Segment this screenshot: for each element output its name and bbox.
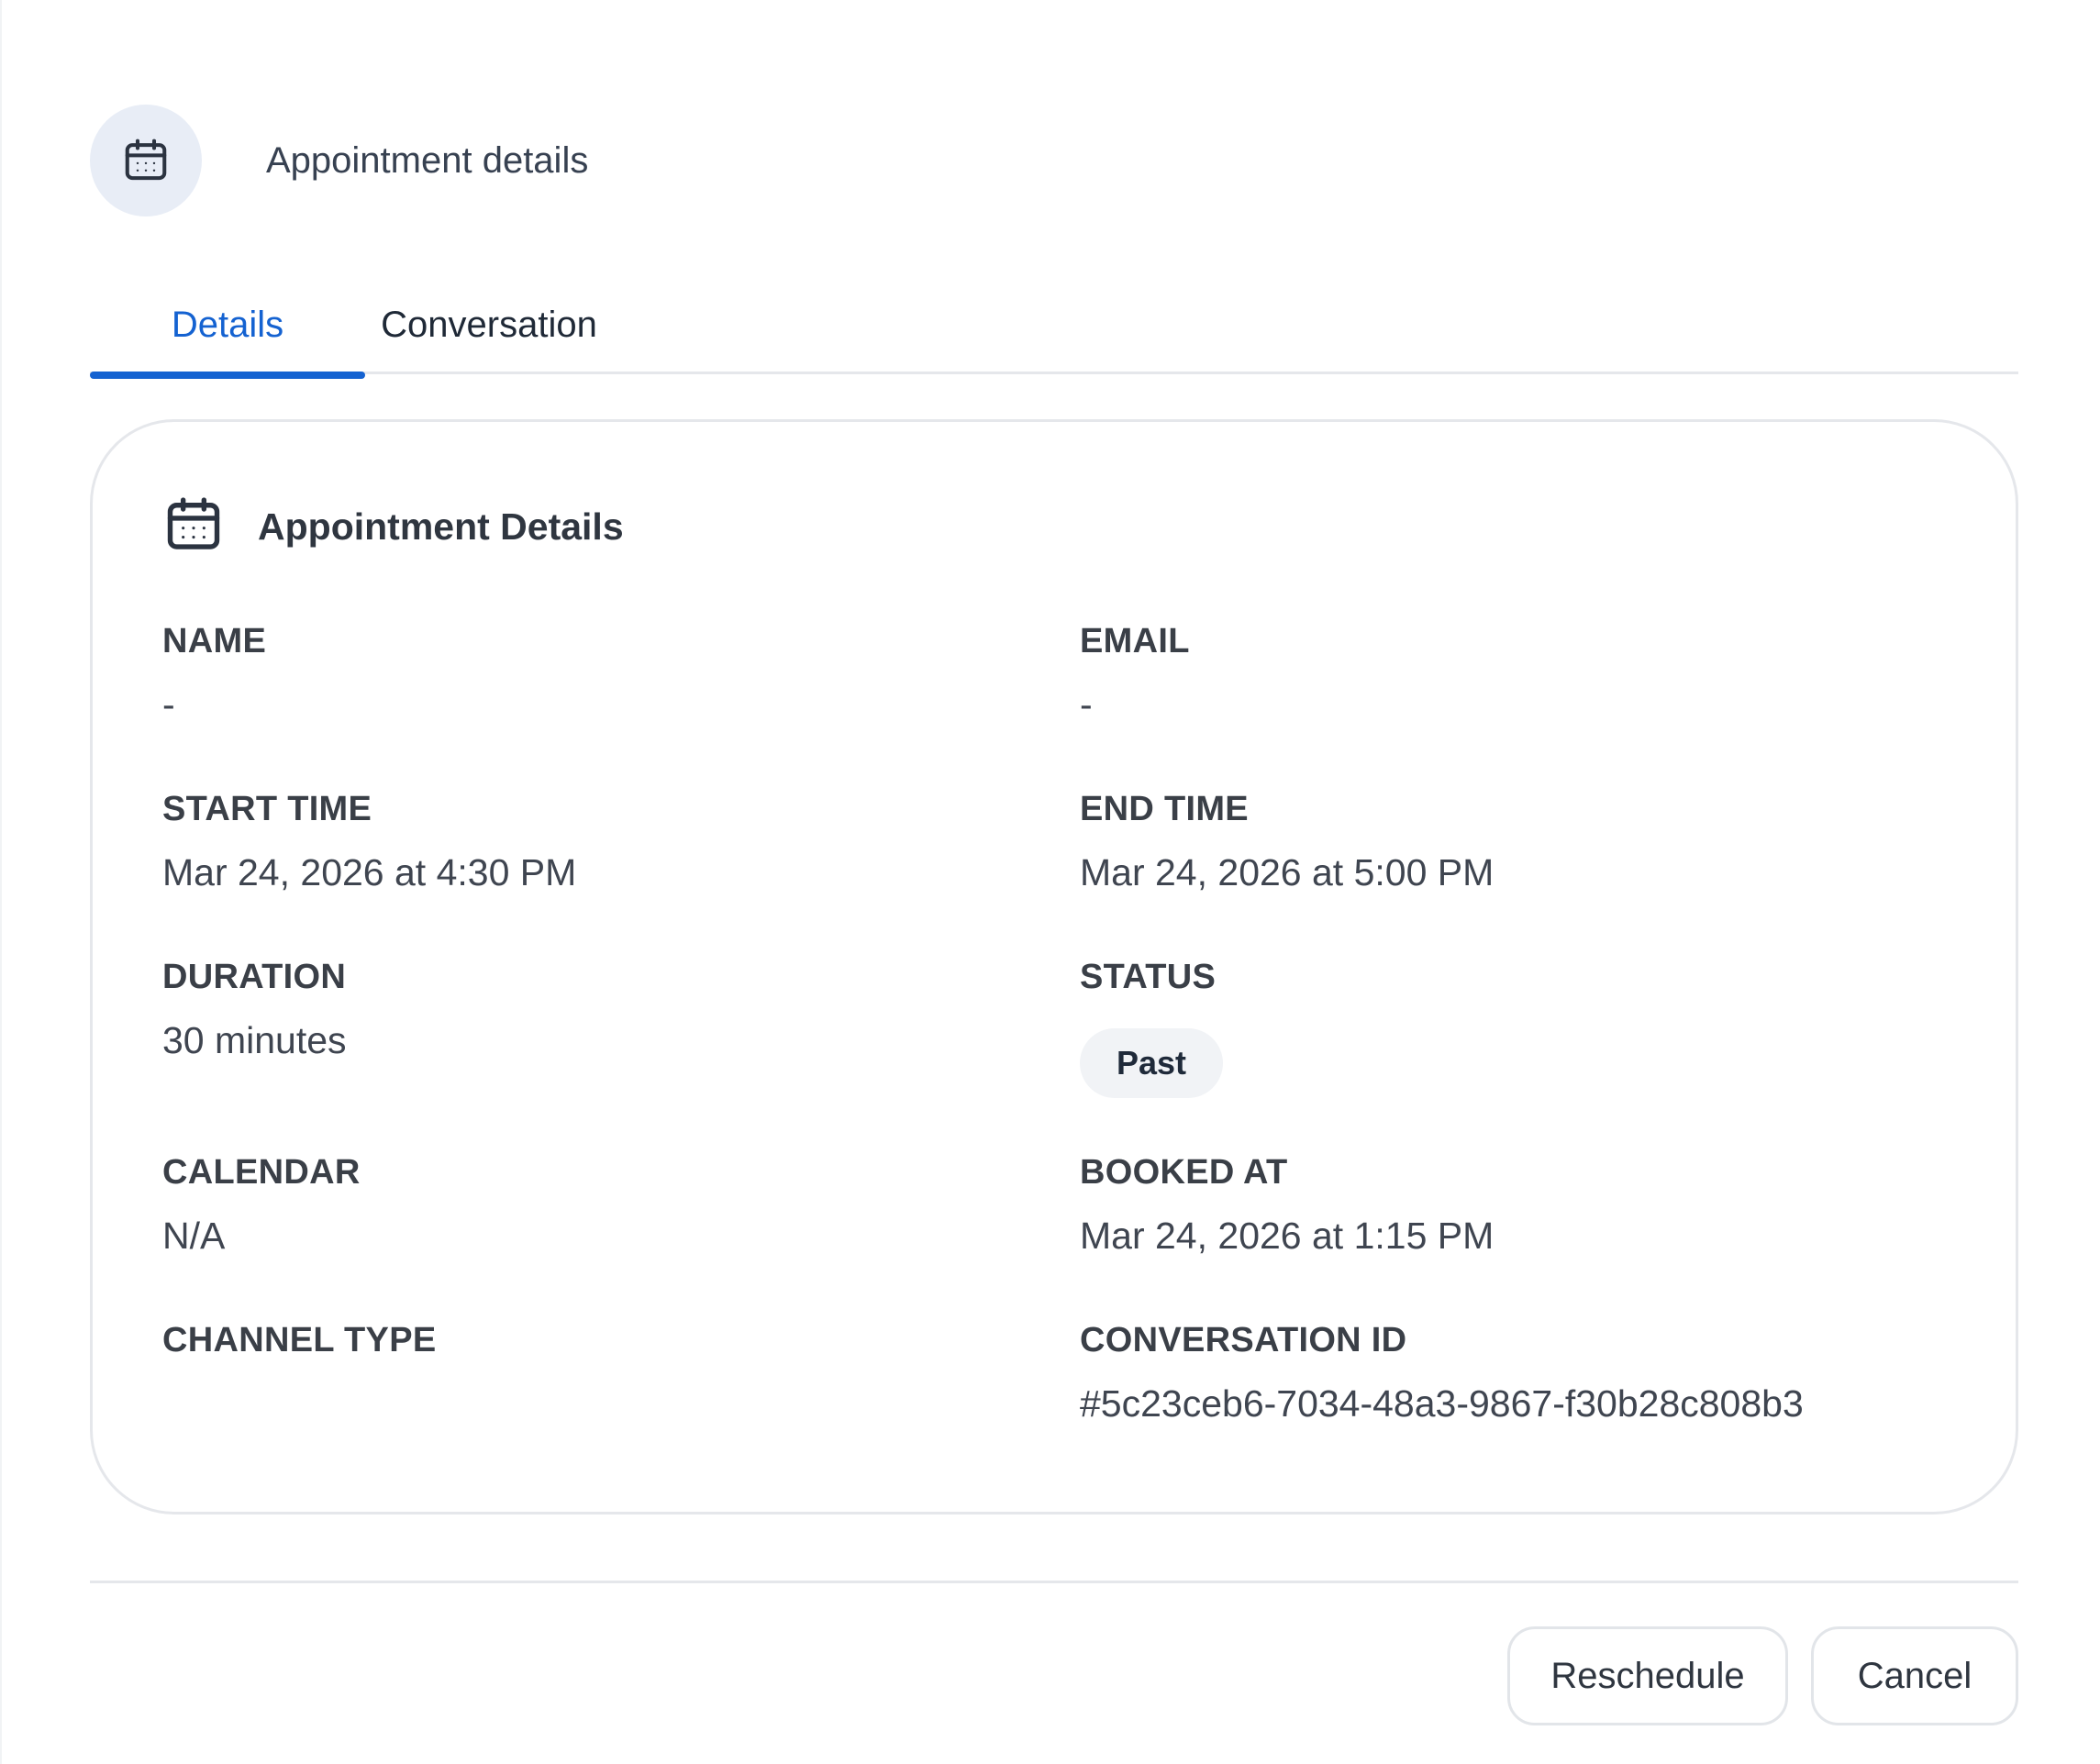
field-conversation-id: CONVERSATION ID #5c23ceb6-7034-48a3-9867… xyxy=(1080,1321,1804,1426)
panel-header: Appointment details xyxy=(90,105,588,216)
panel-title: Appointment details xyxy=(266,139,589,181)
field-label: START TIME xyxy=(162,790,372,828)
field-value: N/A xyxy=(162,1215,226,1257)
tab-bar: Details Conversation xyxy=(90,275,2018,379)
field-label: CALENDAR xyxy=(162,1153,361,1192)
field-duration: DURATION 30 minutes xyxy=(162,958,347,1062)
tab-details[interactable]: Details xyxy=(90,275,365,379)
status-badge: Past xyxy=(1080,1028,1224,1098)
field-value: Mar 24, 2026 at 5:00 PM xyxy=(1080,851,1494,893)
field-calendar: CALENDAR N/A xyxy=(162,1153,361,1258)
field-value: 30 minutes xyxy=(162,1019,347,1061)
field-label: EMAIL xyxy=(1080,622,1190,660)
field-name: NAME - xyxy=(162,622,266,727)
field-channel-type: CHANNEL TYPE xyxy=(162,1321,437,1382)
field-label: BOOKED AT xyxy=(1080,1153,1288,1192)
card-header: Appointment Details xyxy=(162,494,624,560)
conversation-id-value: #5c23ceb6-7034-48a3-9867-f30b28c808b3 xyxy=(1080,1382,1804,1425)
tab-conversation[interactable]: Conversation xyxy=(381,275,597,374)
calendar-icon xyxy=(90,105,202,216)
field-booked-at: BOOKED AT Mar 24, 2026 at 1:15 PM xyxy=(1080,1153,1494,1258)
field-value: - xyxy=(1080,683,1093,726)
field-value: Mar 24, 2026 at 1:15 PM xyxy=(1080,1215,1494,1257)
field-label: DURATION xyxy=(162,958,347,996)
card-title: Appointment Details xyxy=(258,505,624,548)
field-label: CONVERSATION ID xyxy=(1080,1321,1407,1359)
field-status: STATUS Past xyxy=(1080,958,1224,1098)
field-end-time: END TIME Mar 24, 2026 at 5:00 PM xyxy=(1080,790,1494,894)
calendar-icon xyxy=(162,494,225,560)
reschedule-button[interactable]: Reschedule xyxy=(1507,1626,1788,1725)
cancel-button[interactable]: Cancel xyxy=(1811,1626,2018,1725)
field-label: CHANNEL TYPE xyxy=(162,1321,437,1359)
appointment-details-panel: Appointment details Details Conversation xyxy=(0,0,2100,1764)
field-label: STATUS xyxy=(1080,958,1217,996)
appointment-details-card: Appointment Details NAME - EMAIL - START… xyxy=(90,419,2018,1514)
field-value: - xyxy=(162,683,175,726)
field-start-time: START TIME Mar 24, 2026 at 4:30 PM xyxy=(162,790,576,894)
field-value: Mar 24, 2026 at 4:30 PM xyxy=(162,851,577,893)
field-email: EMAIL - xyxy=(1080,622,1190,727)
field-label: NAME xyxy=(162,622,267,660)
field-label: END TIME xyxy=(1080,790,1249,828)
footer-divider xyxy=(90,1581,2018,1583)
